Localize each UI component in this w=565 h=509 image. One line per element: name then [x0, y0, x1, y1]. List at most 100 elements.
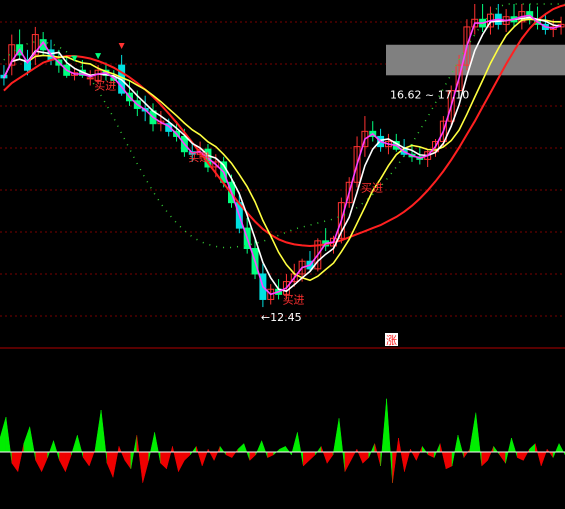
indicator-area — [106, 451, 114, 478]
indicator-area — [53, 440, 60, 461]
indicator-area — [94, 409, 102, 453]
indicator-area — [5, 416, 13, 464]
indicator-area — [291, 432, 298, 455]
indicator-area — [142, 451, 149, 483]
candle-body — [86, 77, 94, 80]
indicator-area — [475, 412, 482, 467]
marker-label: 涨 — [386, 334, 397, 347]
indicator-area — [427, 451, 435, 458]
indicator-area — [213, 446, 221, 461]
indicator-area — [255, 440, 262, 455]
indicator-area — [160, 451, 167, 470]
indicator-area — [207, 449, 215, 461]
indicator-area — [350, 449, 358, 461]
indicator-area — [136, 435, 143, 483]
indicator-area — [546, 448, 554, 459]
indicator-area — [314, 445, 322, 456]
indicator-area — [374, 443, 381, 467]
signal-annotations: 买进买进买进买进←12.4516.62 ~ 17.10 — [71, 42, 469, 324]
indicator-area — [29, 426, 36, 461]
indicator-area — [422, 445, 429, 456]
dotted-line — [3, 3, 565, 249]
indicator-area — [392, 437, 399, 483]
indicator-area — [178, 451, 185, 472]
indicator-area — [35, 451, 42, 472]
indicator-area — [362, 451, 369, 464]
indicator-area — [487, 446, 494, 461]
buy-signal-label: 买进 — [188, 151, 210, 164]
indicator-area — [338, 418, 346, 472]
low-price-label: ←12.45 — [261, 311, 302, 324]
indicator-area — [481, 451, 488, 467]
indicator-area — [47, 440, 54, 458]
indicator-area — [0, 416, 7, 453]
indicator-area — [445, 451, 453, 470]
indicator-area — [285, 445, 292, 456]
indicator-area — [100, 409, 108, 464]
buy-signal-label: 买进 — [361, 181, 383, 194]
indicator-area — [356, 449, 364, 464]
indicator-area — [368, 443, 375, 458]
indicator-area — [297, 432, 304, 467]
indicator-area — [552, 443, 560, 458]
signal-triangle — [118, 42, 125, 49]
indicator-area — [196, 446, 203, 467]
indicator-area — [23, 426, 30, 453]
indicator-area — [457, 435, 465, 458]
indicator-area — [11, 451, 19, 473]
stock-chart: 买进买进买进买进←12.4516.62 ~ 17.10 涨 — [0, 3, 565, 483]
indicator-area — [320, 446, 328, 464]
trend-line — [3, 3, 565, 248]
indicator-area — [279, 446, 286, 453]
indicator-area — [410, 449, 417, 461]
indicator-area — [303, 451, 310, 467]
indicator-area — [261, 440, 268, 458]
indicator-area — [77, 435, 84, 458]
indicator-area — [154, 432, 161, 464]
indicator-area — [112, 446, 120, 478]
indicator-area — [416, 446, 423, 461]
signal-triangle — [95, 53, 102, 60]
indicator-area — [439, 443, 447, 469]
range-label: 16.62 ~ 17.10 — [390, 89, 469, 102]
indicator-area — [166, 446, 173, 469]
indicator-area — [499, 451, 506, 464]
indicator-area — [344, 451, 352, 472]
indicator-area — [398, 437, 405, 472]
indicator-area — [558, 443, 565, 455]
indicator-area — [535, 443, 542, 467]
indicator-area — [386, 398, 393, 483]
indicator-area — [65, 451, 72, 472]
indicator-area — [172, 446, 179, 472]
indicator-area — [237, 443, 245, 453]
indicator-area — [59, 451, 66, 472]
buy-signal-label: 买进 — [94, 80, 116, 93]
indicator-area — [124, 451, 132, 470]
indicator-area — [433, 443, 441, 458]
indicator-area — [451, 435, 459, 467]
indicator-area — [225, 451, 233, 458]
indicator-area — [511, 437, 518, 458]
indicator-area — [332, 418, 340, 455]
indicator-area — [380, 398, 387, 467]
indicator-area — [219, 445, 227, 456]
indicator-area — [529, 443, 536, 453]
indicator-area — [17, 443, 25, 472]
indicator-area — [184, 451, 191, 461]
buy-signal-label: 买进 — [283, 293, 305, 306]
indicator-area — [83, 451, 90, 467]
indicator-area — [118, 446, 126, 461]
indicator-area — [249, 451, 256, 461]
indicator-area — [517, 451, 524, 461]
indicator-area — [41, 451, 48, 472]
indicator-area — [326, 451, 334, 464]
indicator-area — [190, 445, 197, 456]
indicator-area — [523, 449, 530, 461]
indicator-area — [404, 449, 411, 472]
indicator-area — [231, 448, 239, 459]
indicator-area — [309, 451, 316, 461]
indicator-area — [469, 412, 477, 453]
indicator-area — [493, 445, 500, 456]
indicator-area — [267, 451, 274, 458]
indicator-panel: 涨 — [0, 333, 565, 483]
